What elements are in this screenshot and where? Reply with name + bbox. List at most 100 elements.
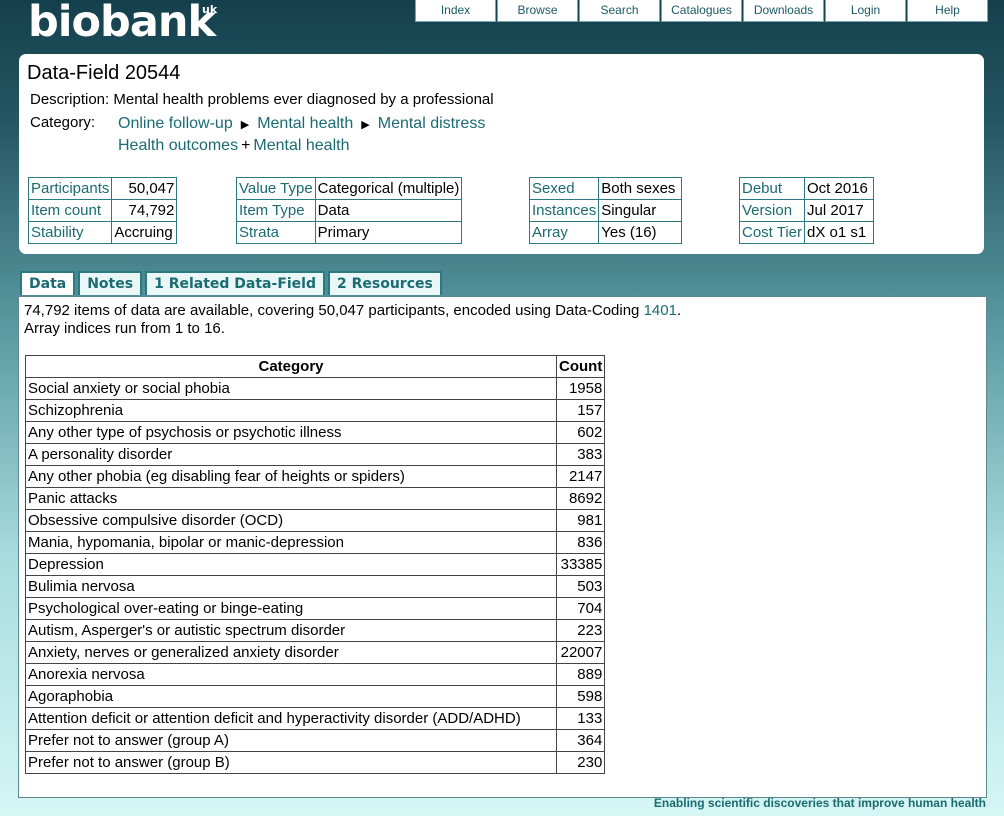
category-label: Category:: [30, 114, 96, 131]
count-cell: 598: [555, 685, 606, 708]
table-row: Any other phobia (eg disabling fear of h…: [25, 465, 606, 488]
category-link-online-follow-up[interactable]: Online follow-up: [118, 115, 233, 132]
nav-index[interactable]: Index: [415, 0, 496, 22]
nav-login[interactable]: Login: [825, 0, 906, 22]
stat-value-participants: 50,047: [111, 177, 178, 200]
category-cell: Schizophrenia: [25, 399, 557, 422]
nav-downloads[interactable]: Downloads: [743, 0, 824, 22]
category-cell: Psychological over-eating or binge-eatin…: [25, 597, 557, 620]
category-link-health-outcomes[interactable]: Health outcomes: [118, 137, 238, 154]
table-row: Mania, hypomania, bipolar or manic-depre…: [25, 531, 606, 554]
stat-key-sexed[interactable]: Sexed: [528, 177, 600, 200]
category-link-mental-health[interactable]: Mental health: [257, 115, 353, 132]
stat-value-sexed: Both sexes: [598, 177, 683, 200]
stat-value-instances: Singular: [598, 199, 683, 222]
content-tabs: Data Notes 1 Related Data-Field 2 Resour…: [20, 271, 445, 295]
count-cell: 364: [555, 729, 606, 752]
tab-notes[interactable]: Notes: [78, 271, 143, 295]
table-row: Panic attacks 8692: [25, 487, 606, 510]
stat-key-strata[interactable]: Strata: [236, 221, 316, 244]
table-row: Schizophrenia 157: [25, 399, 606, 422]
category-cell: Anorexia nervosa: [25, 663, 557, 686]
category-cell: Anxiety, nerves or generalized anxiety d…: [25, 641, 557, 664]
count-cell: 22007: [555, 641, 606, 664]
nav-search[interactable]: Search: [579, 0, 660, 22]
tab-related-data-field[interactable]: 1 Related Data-Field: [145, 271, 325, 295]
stat-key-instances[interactable]: Instances: [528, 199, 600, 222]
category-cell: Any other phobia (eg disabling fear of h…: [25, 465, 557, 488]
data-summary: 74,792 items of data are available, cove…: [24, 302, 681, 338]
stat-value-debut: Oct 2016: [804, 177, 875, 200]
category-link-mental-distress[interactable]: Mental distress: [378, 115, 486, 132]
count-cell: 230: [555, 751, 606, 774]
table-row: Anxiety, nerves or generalized anxiety d…: [25, 641, 606, 664]
stat-value-cost-tier: dX o1 s1: [804, 221, 875, 244]
description-text: Mental health problems ever diagnosed by…: [113, 91, 494, 108]
biobank-logo[interactable]: biobank: [28, 0, 216, 48]
data-coding-link[interactable]: 1401: [644, 302, 677, 319]
nav-catalogues[interactable]: Catalogues: [661, 0, 742, 22]
category-cell: Depression: [25, 553, 557, 576]
top-navigation: Index Browse Search Catalogues Downloads…: [415, 0, 988, 22]
caret-right-icon: ▶: [240, 119, 250, 131]
column-header-count: Count: [555, 355, 606, 378]
count-cell: 889: [555, 663, 606, 686]
category-cell: Mania, hypomania, bipolar or manic-depre…: [25, 531, 557, 554]
tab-resources[interactable]: 2 Resources: [328, 271, 442, 295]
stats-table-types: Value Type Categorical (multiple) Item Ty…: [236, 177, 463, 244]
stat-value-array: Yes (16): [598, 221, 683, 244]
stat-value-item-count: 74,792: [111, 199, 178, 222]
category-cell: Agoraphobia: [25, 685, 557, 708]
count-cell: 33385: [555, 553, 606, 576]
stats-table-counts: Participants 50,047 Item count 74,792 Stab…: [27, 177, 178, 244]
tab-data[interactable]: Data: [20, 271, 76, 295]
table-row: Bulimia nervosa 503: [25, 575, 606, 598]
category-cell: Any other type of psychosis or psychotic…: [25, 421, 557, 444]
stat-key-item-count[interactable]: Item count: [27, 199, 113, 222]
footer-tagline: Enabling scientific discoveries that imp…: [653, 796, 986, 810]
count-cell: 704: [555, 597, 606, 620]
stat-key-cost-tier[interactable]: Cost Tier: [738, 221, 806, 244]
count-cell: 383: [555, 443, 606, 466]
stat-key-participants[interactable]: Participants: [27, 177, 113, 200]
stats-table-release: Debut Oct 2016 Version Jul 2017 Cost Tier d…: [738, 177, 875, 244]
tab-content-data: 74,792 items of data are available, cove…: [18, 296, 987, 798]
stat-key-array[interactable]: Array: [528, 221, 600, 244]
count-cell: 981: [555, 509, 606, 532]
nav-help[interactable]: Help: [907, 0, 988, 22]
count-cell: 133: [555, 707, 606, 730]
logo-uk-suffix: uk: [202, 3, 218, 16]
stat-value-version: Jul 2017: [804, 199, 875, 222]
field-info-panel: Data-Field 20544 Description: Mental hea…: [19, 54, 984, 254]
count-cell: 2147: [555, 465, 606, 488]
category-cell: Prefer not to answer (group A): [25, 729, 557, 752]
count-cell: 1958: [555, 377, 606, 400]
category-link-mental-health-2[interactable]: Mental health: [253, 137, 349, 154]
description-row: Description: Mental health problems ever…: [30, 91, 494, 108]
summary-period: .: [676, 302, 682, 319]
stat-key-stability[interactable]: Stability: [27, 221, 113, 244]
stat-value-item-type: Data: [314, 199, 463, 222]
count-cell: 503: [555, 575, 606, 598]
count-cell: 8692: [555, 487, 606, 510]
count-cell: 602: [555, 421, 606, 444]
category-path-primary: Online follow-up ▶ Mental health ▶ Mental di…: [118, 115, 485, 133]
count-cell: 157: [555, 399, 606, 422]
caret-right-icon: ▶: [361, 119, 370, 131]
category-cell: Obsessive compulsive disorder (OCD): [25, 509, 557, 532]
category-count-table: Category Count Social anxiety or social …: [25, 355, 606, 774]
table-row: Obsessive compulsive disorder (OCD) 981: [25, 509, 606, 532]
stat-key-item-type[interactable]: Item Type: [236, 199, 316, 222]
table-row: Psychological over-eating or binge-eatin…: [25, 597, 606, 620]
stat-key-value-type[interactable]: Value Type: [236, 177, 316, 200]
stat-key-version[interactable]: Version: [738, 199, 806, 222]
column-header-category: Category: [25, 355, 557, 378]
count-cell: 836: [555, 531, 606, 554]
table-row: Prefer not to answer (group A) 364: [25, 729, 606, 752]
table-row: Autism, Asperger's or autistic spectrum …: [25, 619, 606, 642]
nav-browse[interactable]: Browse: [497, 0, 578, 22]
stat-key-debut[interactable]: Debut: [738, 177, 806, 200]
category-cell: Social anxiety or social phobia: [25, 377, 557, 400]
category-cell: Bulimia nervosa: [25, 575, 557, 598]
count-cell: 223: [555, 619, 606, 642]
